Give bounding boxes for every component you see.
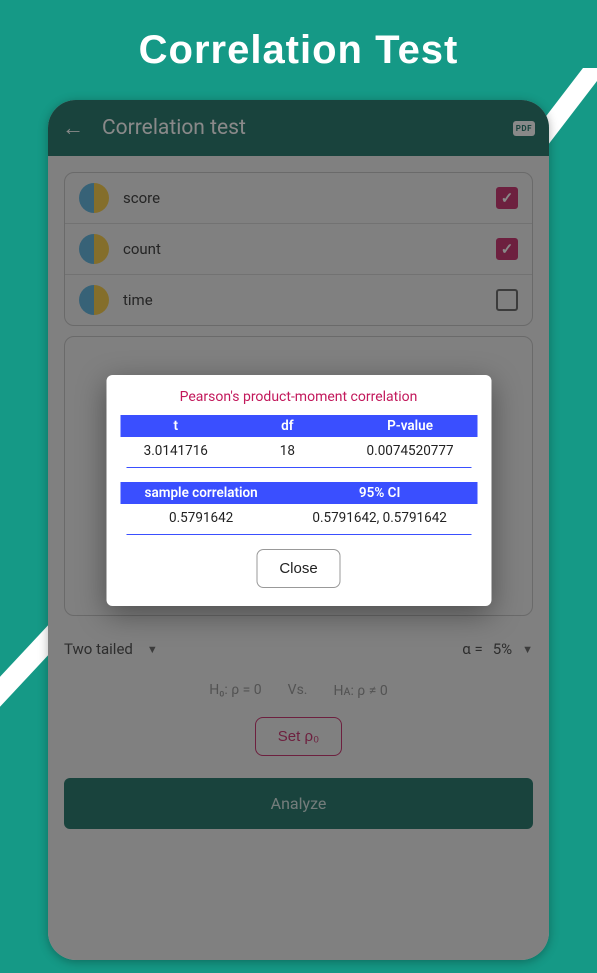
col-ci: 95% CI xyxy=(282,485,477,501)
close-button[interactable]: Close xyxy=(256,549,340,588)
val-ci: 0.5791642, 0.5791642 xyxy=(282,510,477,526)
val-t: 3.0141716 xyxy=(120,443,232,459)
table-header: sample correlation 95% CI xyxy=(120,482,477,504)
val-sample-corr: 0.5791642 xyxy=(120,510,282,526)
modal-title: Pearson's product-moment correlation xyxy=(120,389,477,415)
divider xyxy=(126,534,471,535)
table-header: t df P-value xyxy=(120,415,477,437)
results-modal: Pearson's product-moment correlation t d… xyxy=(106,375,491,606)
val-pvalue: 0.0074520777 xyxy=(343,443,477,459)
divider xyxy=(126,467,471,468)
col-sample-corr: sample correlation xyxy=(120,485,282,501)
table-row: 0.5791642 0.5791642, 0.5791642 xyxy=(120,504,477,532)
promo-title: Correlation Test xyxy=(0,0,597,97)
col-df: df xyxy=(232,418,344,434)
col-t: t xyxy=(120,418,232,434)
val-df: 18 xyxy=(232,443,344,459)
table-row: 3.0141716 18 0.0074520777 xyxy=(120,437,477,465)
col-pvalue: P-value xyxy=(343,418,477,434)
